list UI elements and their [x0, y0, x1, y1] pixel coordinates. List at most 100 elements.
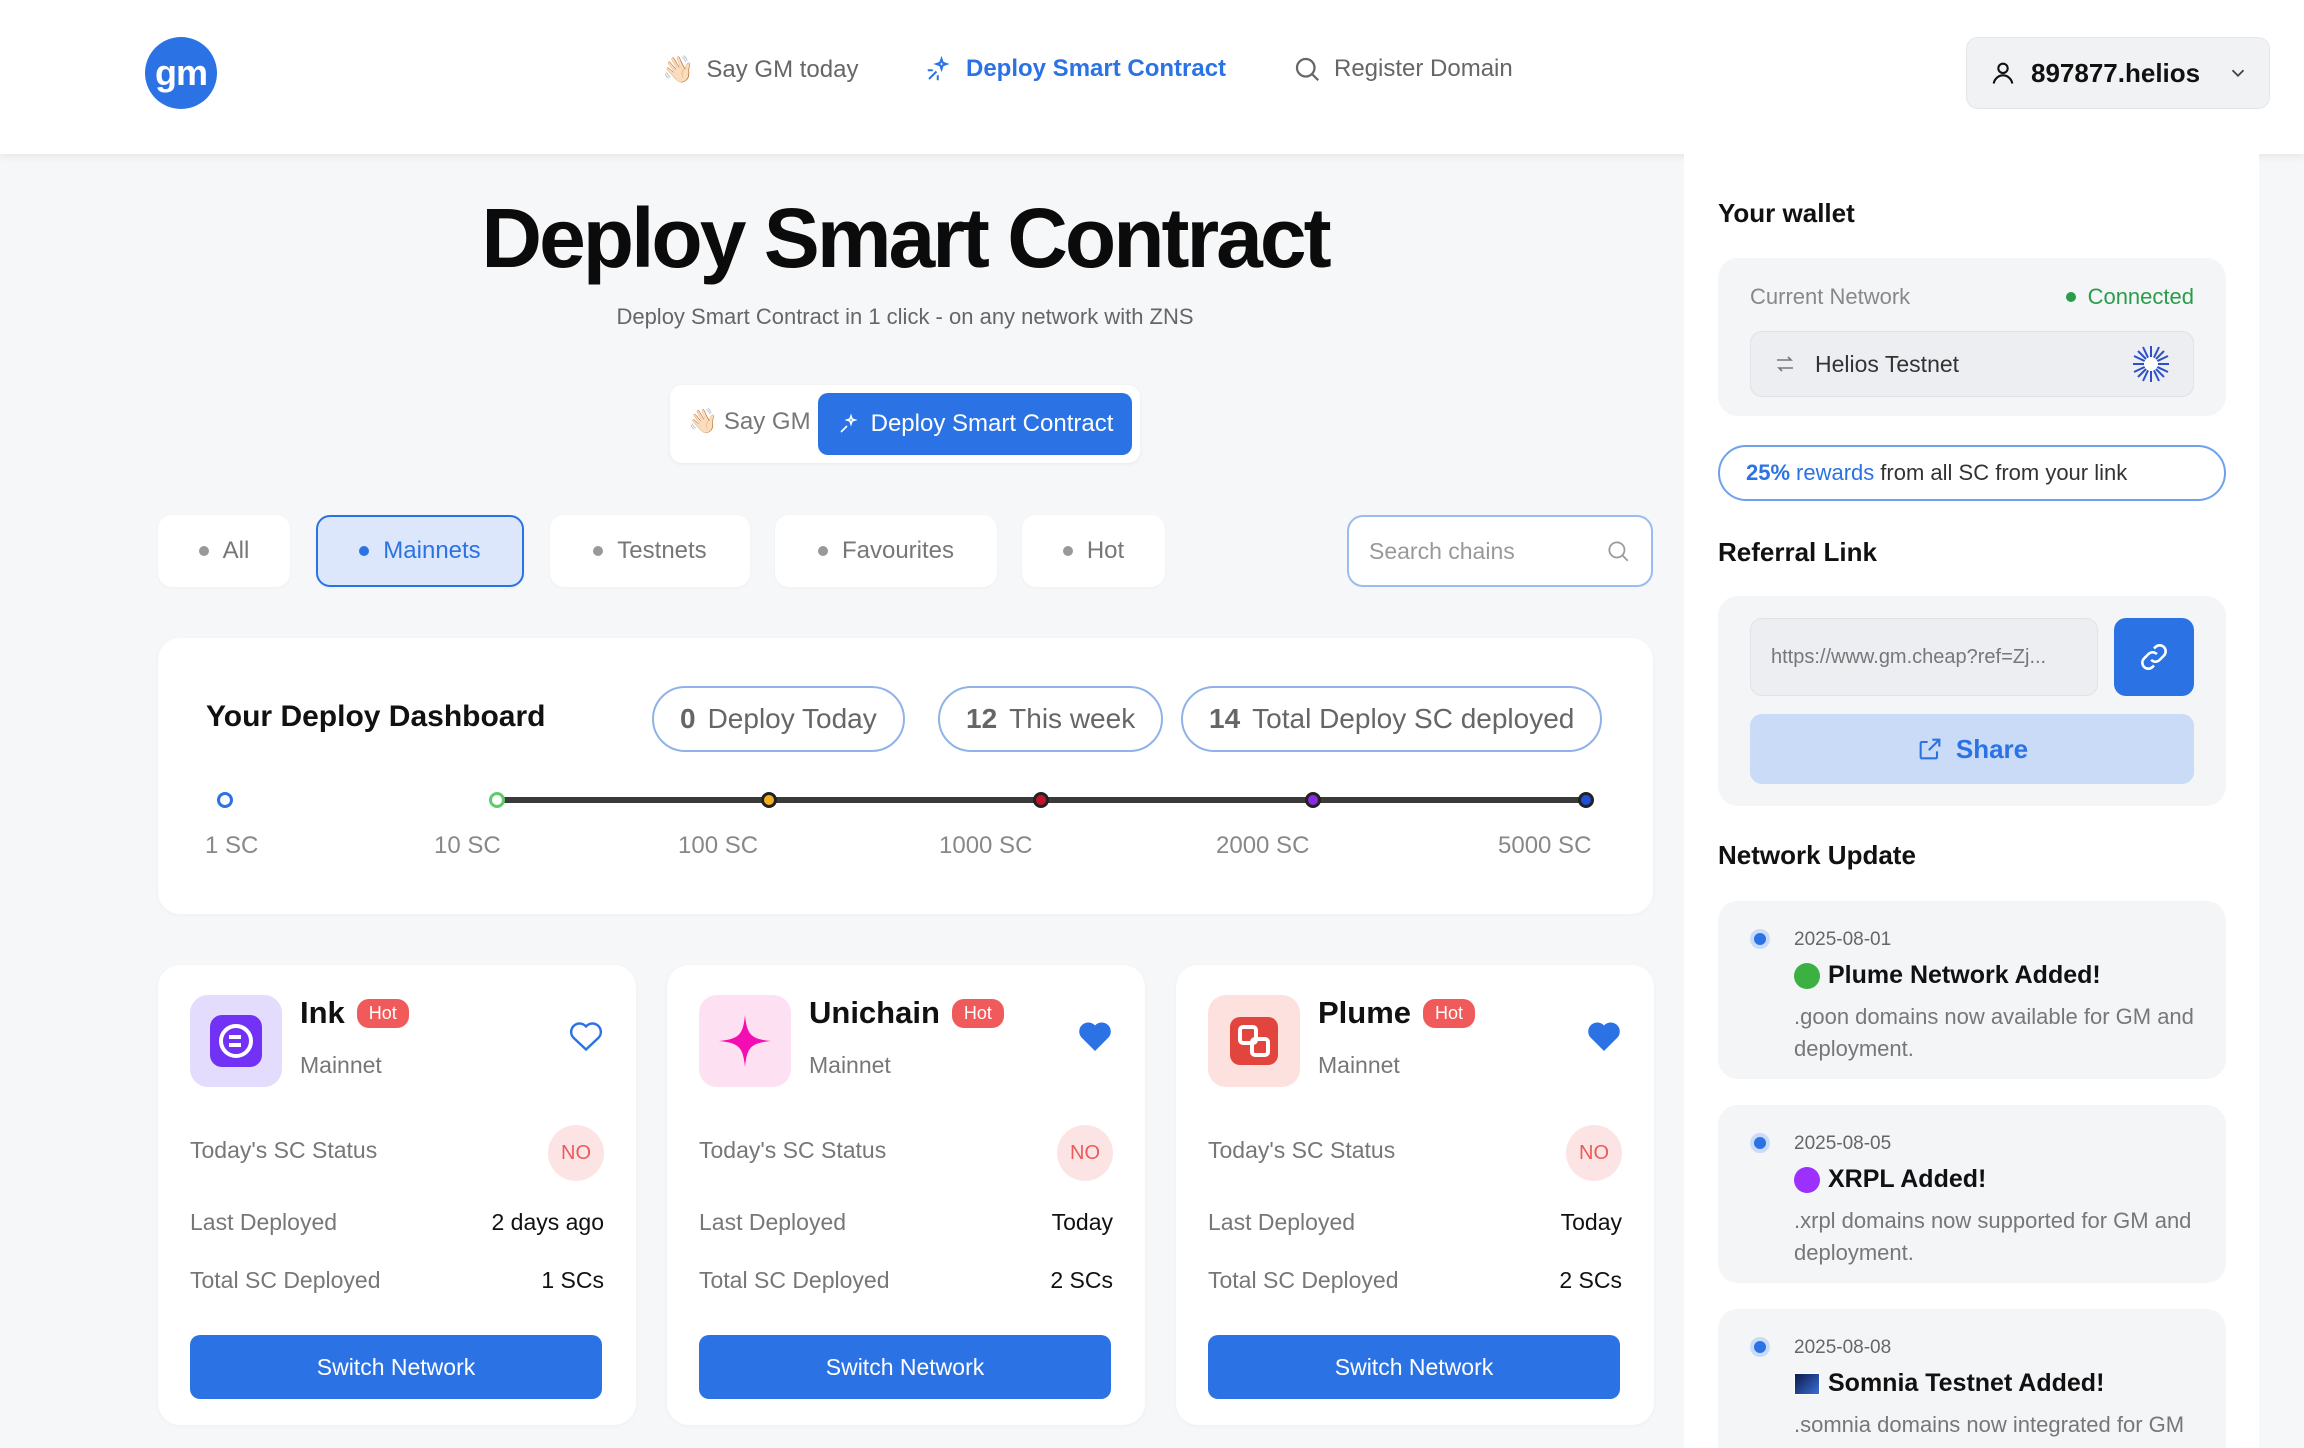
wallet-title: Your wallet: [1718, 198, 1855, 228]
chain-name: Ink: [300, 995, 345, 1030]
network-update-item: 2025-08-05 XRPL Added! .xrpl domains now s…: [1718, 1105, 2226, 1283]
search-icon: [1608, 541, 1629, 562]
network-update-title: Network Update: [1718, 840, 1916, 870]
filter-dot: [1062, 546, 1073, 556]
share-button[interactable]: Share: [1750, 714, 2194, 784]
status-label: Today's SC Status: [699, 1137, 887, 1163]
top-header: gm 👋🏻 Say GM today Deploy Smart Contract…: [0, 0, 2304, 154]
update-title: Plume Network Added!: [1828, 961, 2101, 989]
switch-network-button[interactable]: Switch Network: [1208, 1335, 1620, 1399]
total-deploy-label: Total Deploy SC deployed: [1252, 703, 1575, 734]
total-deployed-value: 1 SCs: [541, 1267, 604, 1293]
update-title-row: Plume Network Added!: [1794, 961, 2101, 990]
link-icon: [2141, 644, 2167, 670]
favourite-heart-icon[interactable]: [1586, 1019, 1622, 1053]
last-deployed-label: Last Deployed: [190, 1209, 338, 1235]
favourite-heart-icon[interactable]: [568, 1019, 604, 1053]
chain-card-plume: Plume Hot Mainnet Today's SC Status NO Last D…: [1176, 965, 1654, 1425]
deploy-today-pill: 0 Deploy Today: [652, 686, 905, 752]
update-bullet: [1750, 1133, 1770, 1153]
update-marker-icon: [1794, 962, 1820, 989]
total-deploy-count: 14: [1209, 703, 1241, 734]
search-input[interactable]: Search chains: [1347, 515, 1653, 587]
status-dot: [2065, 292, 2076, 302]
chain-type: Mainnet: [809, 1052, 891, 1078]
milestone-dot: [761, 792, 777, 808]
last-deployed-label: Last Deployed: [1208, 1209, 1356, 1235]
update-date: 2025-08-08: [1794, 1337, 1892, 1358]
update-bullet: [1750, 1337, 1770, 1357]
referral-link-field[interactable]: https://www.gm.cheap?ref=Zj...: [1750, 618, 2098, 696]
chain-name-row: Plume Hot: [1318, 995, 1476, 1031]
nav-say-gm[interactable]: 👋🏻 Say GM today: [662, 54, 858, 85]
chain-name-row: Ink Hot: [300, 995, 409, 1031]
gm-logo[interactable]: gm: [145, 37, 217, 109]
right-sidebar: Your wallet Current Network Connected He…: [1684, 154, 2259, 1448]
this-week-label: This week: [1009, 703, 1136, 734]
chain-name: Unichain: [809, 995, 940, 1030]
switch-say-gm-label: Say GM: [723, 407, 811, 435]
filter-label: Testnets: [617, 537, 707, 564]
update-description: .xrpl domains now supported for GM and d…: [1794, 1208, 2192, 1265]
filter-all[interactable]: All: [158, 515, 290, 587]
deploy-dashboard: Your Deploy Dashboard 0 Deploy Today 12 Th…: [158, 638, 1653, 914]
helios-logo-icon: [2133, 346, 2169, 382]
switch-network-button[interactable]: Switch Network: [190, 1335, 602, 1399]
search-placeholder: Search chains: [1369, 537, 1515, 564]
network-update-item: 2025-08-08 Somnia Testnet Added! .somnia d…: [1718, 1309, 2226, 1448]
wave-hand-icon: 👋🏻: [662, 54, 695, 84]
status-label: Today's SC Status: [1208, 1137, 1396, 1163]
milestone-dot: [1305, 792, 1321, 808]
reward-text: from all SC from your link: [1880, 460, 2128, 485]
filter-hot[interactable]: Hot: [1022, 515, 1165, 587]
switch-deploy-label: Deploy Smart Contract: [870, 410, 1114, 437]
milestone-dot: [1578, 792, 1594, 808]
search-icon: [1295, 57, 1320, 82]
status-badge: NO: [1566, 1125, 1622, 1181]
chain-card-ink: Ink Hot Mainnet Today's SC Status NO Last Dep…: [158, 965, 636, 1425]
page-title: Deploy Smart Contract: [481, 191, 1331, 285]
network-name: Helios Testnet: [1815, 350, 1960, 377]
chain-name: Plume: [1318, 995, 1412, 1030]
network-panel: Current Network Connected Helios Testnet: [1718, 258, 2226, 416]
switch-deploy[interactable]: Deploy Smart Contract: [818, 393, 1132, 455]
filter-favourites[interactable]: Favourites: [775, 515, 997, 587]
filter-label: All: [222, 537, 250, 564]
update-date: 2025-08-05: [1794, 1133, 1892, 1154]
nav-deploy[interactable]: Deploy Smart Contract: [924, 54, 1226, 84]
milestone-label: 100 SC: [678, 832, 759, 859]
total-deployed-label: Total SC Deployed: [1208, 1267, 1399, 1293]
update-marker-icon: [1794, 1166, 1820, 1193]
last-deployed-value: 2 days ago: [491, 1209, 604, 1235]
account-menu-button[interactable]: 897877.helios: [1966, 37, 2270, 109]
filter-testnets[interactable]: Testnets: [550, 515, 750, 587]
wave-hand-icon: 👋🏻: [688, 408, 718, 435]
filter-dot: [198, 546, 209, 556]
filter-label: Mainnets: [383, 537, 481, 564]
chain-logo-icon: [190, 995, 282, 1087]
chain-logo-icon: [699, 995, 791, 1087]
connection-status-label: Connected: [2087, 284, 2194, 309]
milestone-dot: [489, 792, 505, 808]
favourite-heart-icon[interactable]: [1077, 1019, 1113, 1053]
switch-network-button[interactable]: Switch Network: [699, 1335, 1111, 1399]
milestone-label: 1 SC: [205, 832, 259, 859]
milestone-label: 10 SC: [434, 832, 501, 859]
account-name: 897877.helios: [2031, 57, 2201, 88]
update-title: Somnia Testnet Added!: [1828, 1369, 2105, 1397]
network-selector[interactable]: Helios Testnet: [1750, 331, 2194, 397]
copy-link-button[interactable]: [2114, 618, 2194, 696]
filter-mainnets[interactable]: Mainnets: [316, 515, 524, 587]
deploy-today-count: 0: [680, 703, 696, 734]
filter-dot: [359, 546, 370, 556]
hot-badge: Hot: [951, 998, 1004, 1028]
nav-deploy-label: Deploy Smart Contract: [966, 55, 1227, 82]
dashboard-title: Your Deploy Dashboard: [206, 700, 546, 733]
nav-register-domain[interactable]: Register Domain: [1292, 54, 1513, 84]
switch-say-gm[interactable]: 👋🏻 Say GM: [688, 407, 811, 436]
milestone-label: 5000 SC: [1498, 832, 1592, 859]
network-update-item: 2025-08-01 Plume Network Added! .goon doma…: [1718, 901, 2226, 1079]
this-week-count: 12: [966, 703, 998, 734]
reward-word: rewards: [1796, 460, 1875, 485]
nav-say-gm-label: Say GM today: [706, 55, 859, 83]
